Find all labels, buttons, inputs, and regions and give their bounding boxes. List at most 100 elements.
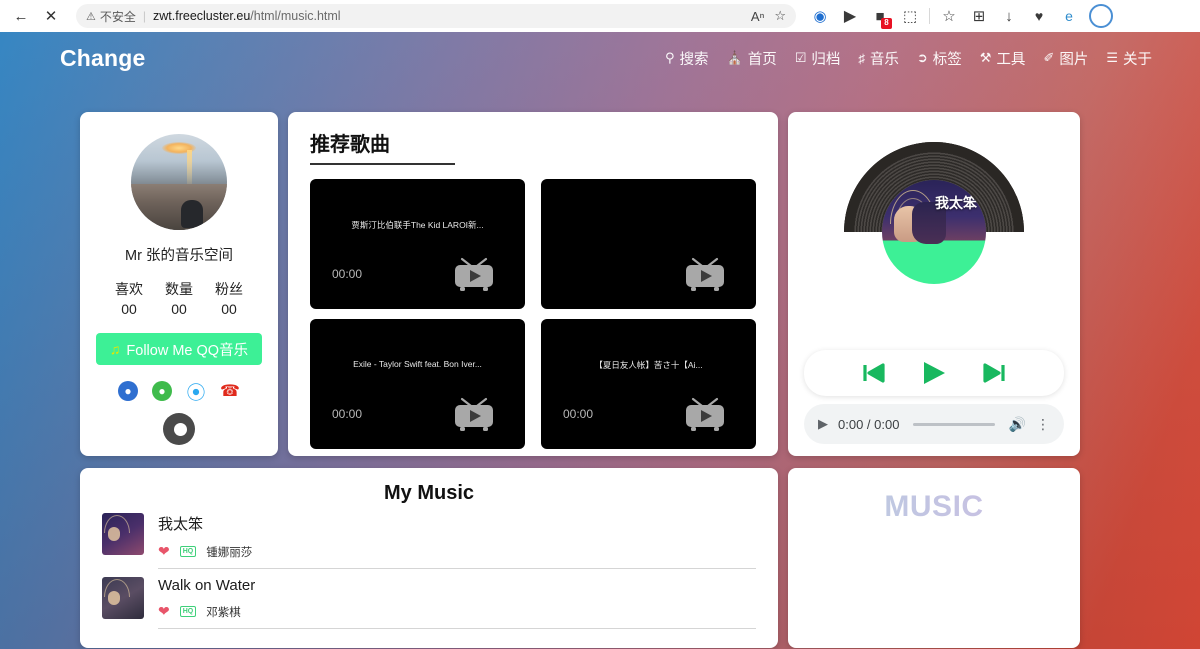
nav-item-home[interactable]: ⛪ 首页: [727, 48, 777, 69]
downloads-icon[interactable]: ↓: [995, 2, 1023, 30]
avatar[interactable]: [131, 134, 227, 230]
nav-item-tools[interactable]: ⚒ 工具: [980, 48, 1026, 69]
profile-avatar[interactable]: [1089, 4, 1113, 28]
omnibox-divider: |: [142, 9, 147, 23]
album-title-text: 我太笨: [935, 195, 977, 211]
browser-essentials-icon[interactable]: ◉: [806, 2, 834, 30]
play-icon[interactable]: ▶: [818, 416, 828, 432]
video-card[interactable]: [541, 179, 756, 309]
stat-likes: 喜欢 00: [115, 279, 143, 317]
song-subrow: ❤ HQ 邓紫棋: [158, 603, 756, 620]
site-brand[interactable]: Change: [60, 45, 146, 72]
url-host: zwt.freecluster.eu: [153, 9, 251, 23]
tv-play-icon[interactable]: [680, 253, 730, 291]
song-thumbnail: [102, 513, 144, 555]
qq-icon[interactable]: ⦿: [186, 381, 206, 404]
song-title: Walk on Water: [158, 577, 256, 594]
url-path: /html/music.html: [250, 9, 341, 23]
heart-icon[interactable]: ❤: [158, 603, 170, 620]
collections-icon[interactable]: ⊞: [965, 2, 993, 30]
follow-me-button[interactable]: ♫ Follow Me QQ音乐: [96, 333, 262, 365]
heart-icon[interactable]: ❤: [158, 543, 170, 560]
nav-item-images[interactable]: ✐ 图片: [1043, 48, 1088, 69]
page-content: Mr 张的音乐空间 喜欢 00 数量 00 粉丝 00 ♫ Follow Me …: [0, 84, 1200, 648]
favorites-icon[interactable]: ☆: [935, 2, 963, 30]
nav-item-search[interactable]: ⚲ 搜索: [665, 48, 709, 69]
quality-badge: HQ: [179, 546, 197, 557]
stat-value: 00: [171, 301, 187, 317]
media-play-icon[interactable]: ▶: [836, 2, 864, 30]
nav-label: 图片: [1059, 51, 1089, 68]
home-icon: ⛪: [726, 50, 743, 65]
skip-next-icon[interactable]: [982, 362, 1008, 384]
github-icon[interactable]: ●: [118, 381, 138, 401]
video-title: Exile - Taylor Swift feat. Bon Iver...: [353, 359, 482, 369]
video-card[interactable]: Exile - Taylor Swift feat. Bon Iver... 0…: [310, 319, 525, 449]
audio-time: 0:00 / 0:00: [838, 416, 900, 432]
play-icon[interactable]: [920, 360, 948, 386]
security-label: 不安全: [99, 9, 136, 24]
nav-item-about[interactable]: ☰ 关于: [1106, 48, 1152, 69]
music-note-icon: ♯: [858, 50, 865, 66]
nav-label: 音乐: [869, 51, 899, 68]
browser-action-icons: ◉ ▶ ■ 8 ⬚ ☆ ⊞ ↓ ♥ e: [806, 2, 1113, 30]
video-card[interactable]: 【夏日友人帐】苦さ十【Ai... 00:00: [541, 319, 756, 449]
ie-mode-icon[interactable]: e: [1055, 2, 1083, 30]
volume-icon[interactable]: 🔊: [1009, 416, 1026, 433]
phone-icon[interactable]: ☎: [220, 381, 240, 401]
music-player-card: 我太笨 ▶ 0:00 / 0:00 🔊 ⋮: [788, 112, 1080, 456]
list-item[interactable]: Walk on Water ❤ HQ 邓紫棋: [102, 569, 756, 629]
url-text: zwt.freecluster.eu/html/music.html: [153, 9, 341, 23]
song-thumbnail: [102, 577, 144, 619]
music-watermark: MUSIC: [804, 490, 1064, 524]
eye-icon[interactable]: [163, 413, 195, 445]
list-item[interactable]: 我太笨 ❤ HQ 锺娜丽莎: [102, 505, 756, 569]
album-cover[interactable]: 我太笨: [882, 180, 986, 284]
nav-item-music[interactable]: ♯ 音乐: [858, 48, 899, 69]
nav-label: 关于: [1123, 51, 1152, 68]
nav-item-archive[interactable]: ☑ 归档: [795, 48, 841, 69]
video-title: 贾斯汀比伯联手The Kid LAROI新...: [351, 220, 484, 230]
image-icon: ✐: [1043, 50, 1055, 65]
about-icon: ☰: [1106, 50, 1118, 65]
tv-play-icon[interactable]: [449, 393, 499, 431]
stat-value: 00: [221, 301, 237, 317]
audio-progress-slider[interactable]: [913, 422, 995, 426]
stat-count: 数量 00: [165, 279, 193, 317]
more-vertical-icon[interactable]: ⋮: [1036, 416, 1050, 433]
song-artist: 锺娜丽莎: [206, 546, 253, 559]
follow-button-label: Follow Me QQ音乐: [126, 342, 249, 359]
person-silhouette-decoration: [180, 200, 203, 228]
song-meta: Walk on Water ❤ HQ 邓紫棋: [158, 577, 756, 629]
tag-icon: ➲: [916, 50, 928, 65]
player-controls: [804, 350, 1064, 396]
video-time: 00:00: [563, 407, 594, 421]
video-card[interactable]: 贾斯汀比伯联手The Kid LAROI新... 00:00: [310, 179, 525, 309]
health-icon[interactable]: ♥: [1025, 2, 1053, 30]
song-title: 我太笨: [158, 516, 204, 533]
title-underline: [310, 163, 455, 165]
extension-badge-count: 8: [881, 18, 892, 29]
native-audio-player: ▶ 0:00 / 0:00 🔊 ⋮: [804, 404, 1064, 444]
skip-previous-icon[interactable]: [860, 362, 886, 384]
extension-badge-icon[interactable]: ■ 8: [866, 2, 894, 30]
nav-label: 搜索: [679, 51, 709, 68]
stat-value: 00: [121, 301, 137, 317]
video-grid: 贾斯汀比伯联手The Kid LAROI新... 00:00 Exile - T…: [310, 179, 756, 449]
vinyl-area: 我太笨: [804, 132, 1064, 312]
read-aloud-icon[interactable]: Aⁿ: [751, 9, 764, 24]
site-header: Change ⚲ 搜索 ⛪ 首页 ☑ 归档 ♯ 音乐 ➲ 标签 ⚒ 工具 ✐ 图…: [0, 32, 1200, 84]
nav-item-tags[interactable]: ➲ 标签: [917, 48, 962, 69]
close-icon[interactable]: ✕: [36, 3, 66, 29]
rocks-decoration: [131, 184, 227, 230]
tv-play-icon[interactable]: [680, 393, 730, 431]
stat-fans: 粉丝 00: [215, 279, 243, 317]
add-favorite-icon[interactable]: ☆: [774, 8, 786, 24]
thumb-decoration: [108, 591, 120, 605]
back-arrow-icon[interactable]: ←: [6, 3, 36, 29]
split-screen-icon[interactable]: ⬚: [896, 2, 924, 30]
wechat-icon[interactable]: ●: [152, 381, 172, 401]
quality-badge: HQ: [179, 606, 197, 617]
address-bar[interactable]: ⚠ 不安全 | zwt.freecluster.eu/html/music.ht…: [76, 4, 796, 28]
tv-play-icon[interactable]: [449, 253, 499, 291]
